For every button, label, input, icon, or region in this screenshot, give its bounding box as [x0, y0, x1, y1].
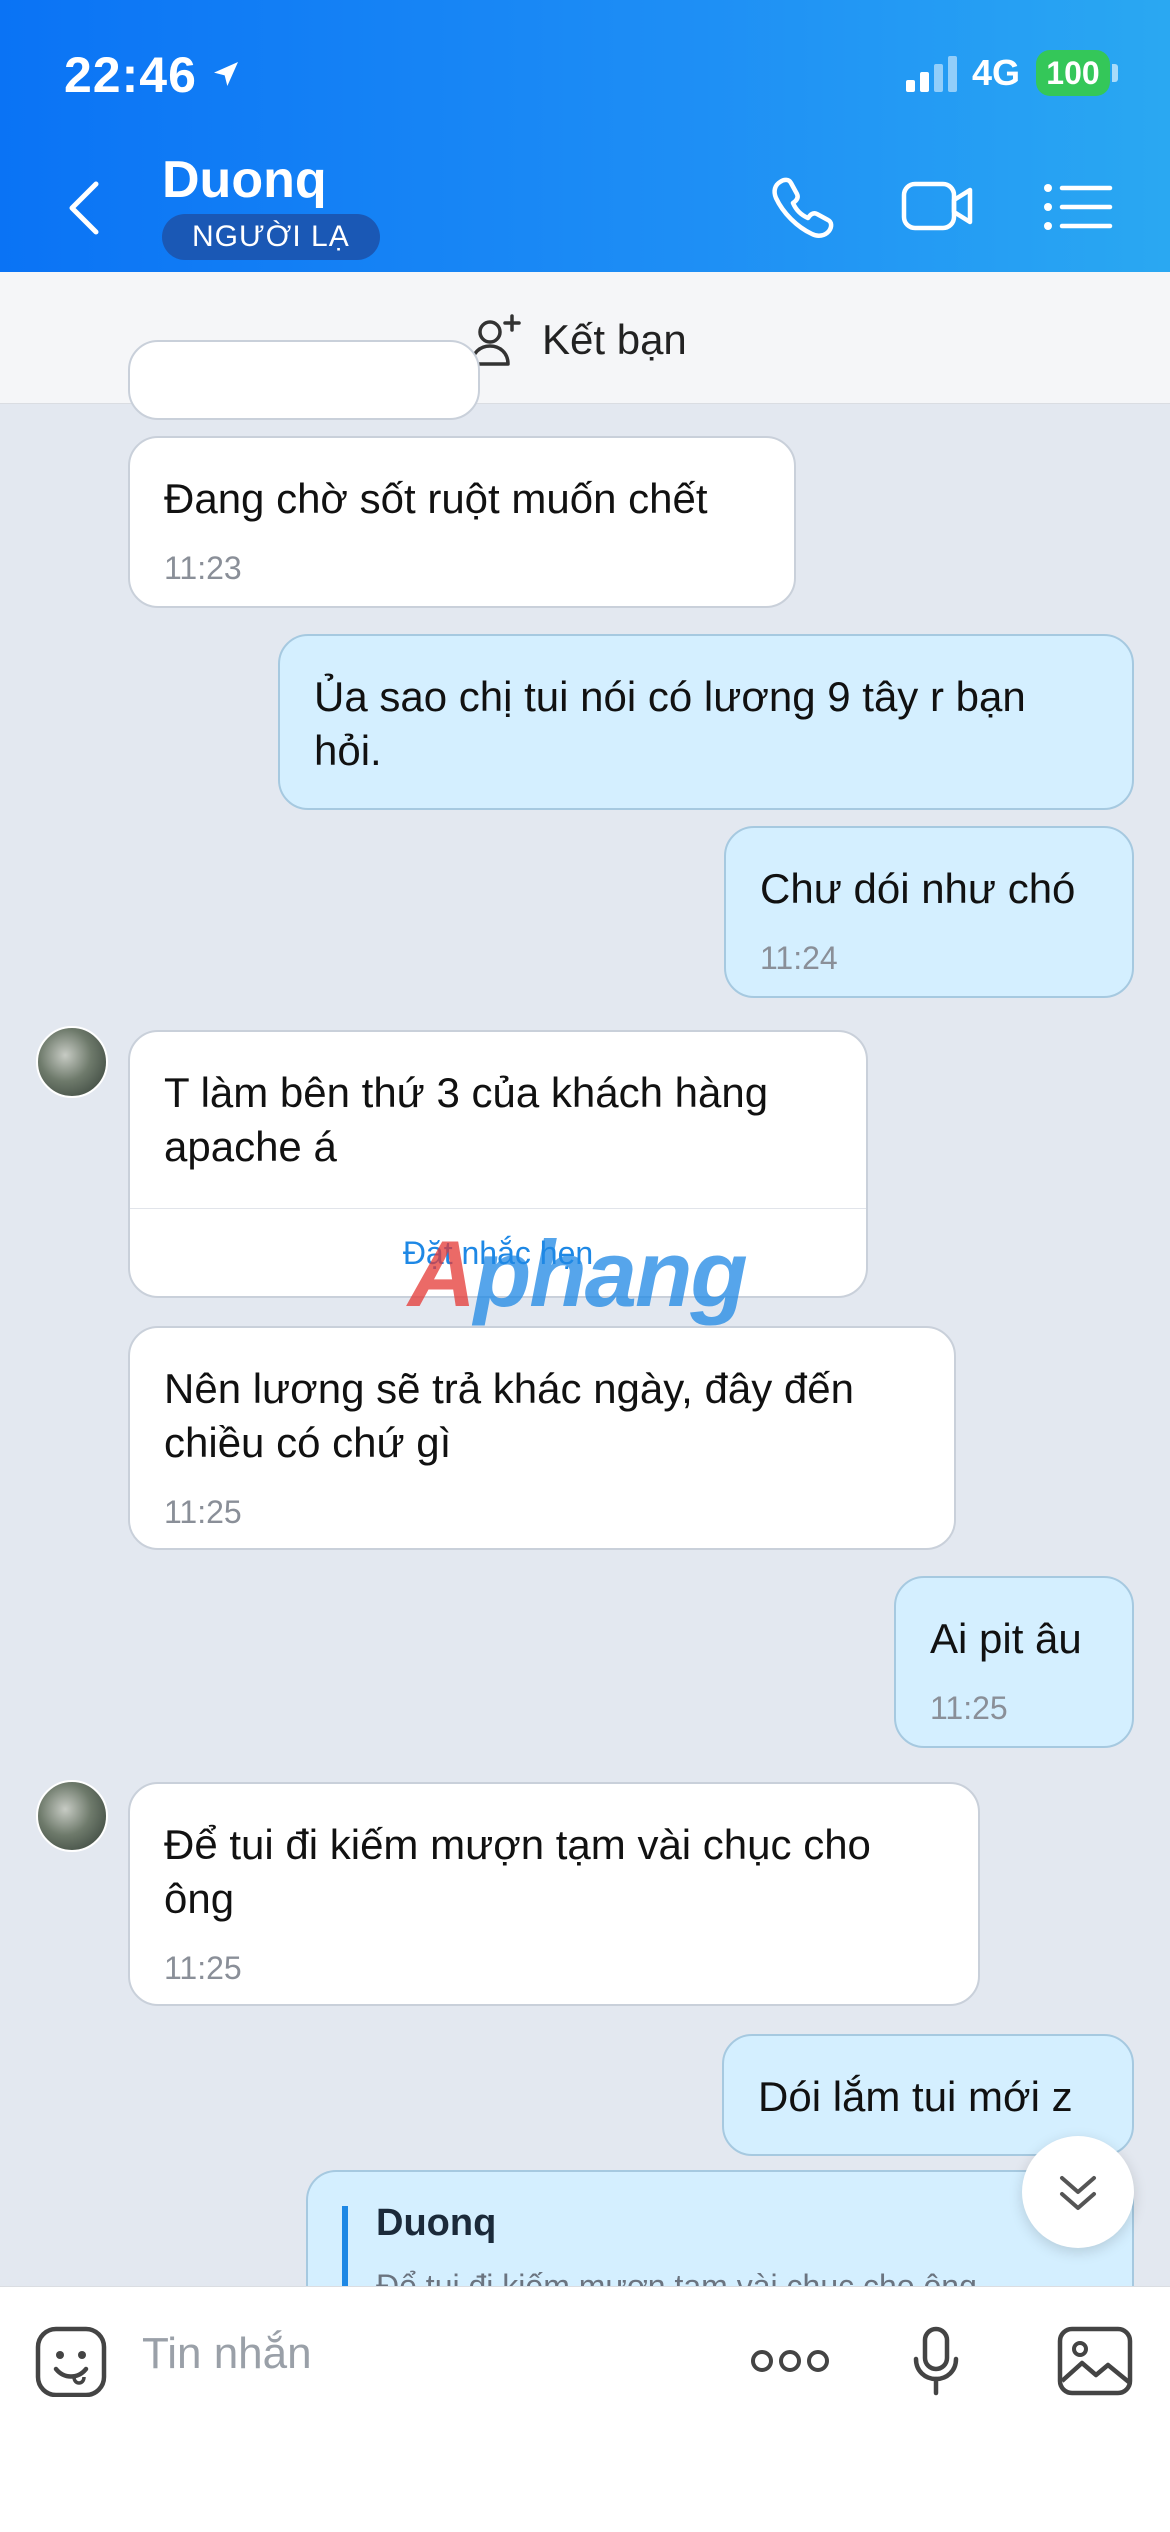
battery-tip [1112, 64, 1118, 82]
message-bubble-incoming[interactable]: Nên lương sẽ trả khác ngày, đây đến chiề… [128, 1326, 956, 1550]
message-time: 11:25 [164, 1950, 242, 1986]
quote-author: Duonq [376, 2202, 497, 2244]
stranger-badge: NGƯỜI LẠ [162, 214, 380, 260]
message-bubble-incoming[interactable]: Đang chờ sốt ruột muốn chết 11:23 [128, 436, 796, 608]
status-bar: 22:46 4G 100 [0, 0, 1170, 150]
video-call-icon[interactable] [900, 174, 976, 240]
reply-quote-bubble[interactable]: Duonq Để tui đi kiếm mượn tạm vài chục c… [306, 2170, 1134, 2300]
location-arrow-icon [214, 62, 238, 86]
menu-list-icon[interactable] [1040, 174, 1116, 240]
message-text: Nên lương sẽ trả khác ngày, đây đến chiề… [164, 1365, 854, 1466]
message-bubble-incoming[interactable]: Để tui đi kiếm mượn tạm vài chục cho ông… [128, 1782, 980, 2006]
message-text: Để tui đi kiếm mượn tạm vài chục cho ông [164, 1821, 871, 1922]
network-type: 4G [972, 52, 1021, 93]
message-time: 11:23 [164, 550, 242, 586]
watermark-logo: Aphang [408, 1221, 748, 1326]
message-input[interactable]: Tin nhắn [142, 2329, 312, 2379]
message-bubble-outgoing[interactable]: Chư dói như chó 11:24 [724, 826, 1134, 998]
message-time: 11:25 [930, 1690, 1008, 1726]
message-composer: Tin nhắn [0, 2286, 1170, 2532]
battery-indicator: 100 [1036, 50, 1110, 96]
add-friend-label: Kết bạn [542, 316, 687, 363]
message-bubble-outgoing[interactable]: Ai pit âu 11:25 [894, 1576, 1134, 1748]
image-gallery-icon[interactable] [1056, 2325, 1134, 2397]
double-chevron-down-icon [1060, 2176, 1096, 2210]
message-text: Chư dói như chó [760, 865, 1076, 912]
message-text: T làm bên thứ 3 của khách hàng apache á [164, 1069, 769, 1170]
message-time: 11:25 [164, 1494, 242, 1530]
chat-header: 22:46 4G 100 Duonq NGƯỜI LẠ [0, 0, 1170, 272]
message-bubble-partial[interactable] [128, 340, 480, 420]
message-text: Ủa sao chị tui nói có lương 9 tây r bạn … [314, 673, 1026, 774]
message-text: Dói lắm tui mới z [758, 2073, 1073, 2120]
contact-avatar[interactable] [36, 1026, 108, 1098]
message-text: Ai pit âu [930, 1615, 1082, 1662]
more-options-icon[interactable] [748, 2325, 832, 2397]
signal-bars-icon [906, 56, 957, 92]
back-chevron-icon[interactable] [60, 178, 110, 238]
contact-name[interactable]: Duonq [162, 150, 327, 210]
message-time: 11:24 [760, 940, 838, 976]
microphone-icon[interactable] [910, 2325, 962, 2397]
message-bubble-outgoing[interactable]: Ủa sao chị tui nói có lương 9 tây r bạn … [278, 634, 1134, 810]
add-friend-button[interactable]: Kết bạn [468, 312, 687, 368]
contact-avatar[interactable] [36, 1780, 108, 1852]
scroll-to-bottom-button[interactable] [1022, 2136, 1134, 2248]
status-time: 22:46 [64, 47, 197, 103]
phone-call-icon[interactable] [766, 174, 842, 240]
message-text: Đang chờ sốt ruột muốn chết [164, 475, 708, 522]
sticker-emoji-icon[interactable] [34, 2325, 110, 2397]
